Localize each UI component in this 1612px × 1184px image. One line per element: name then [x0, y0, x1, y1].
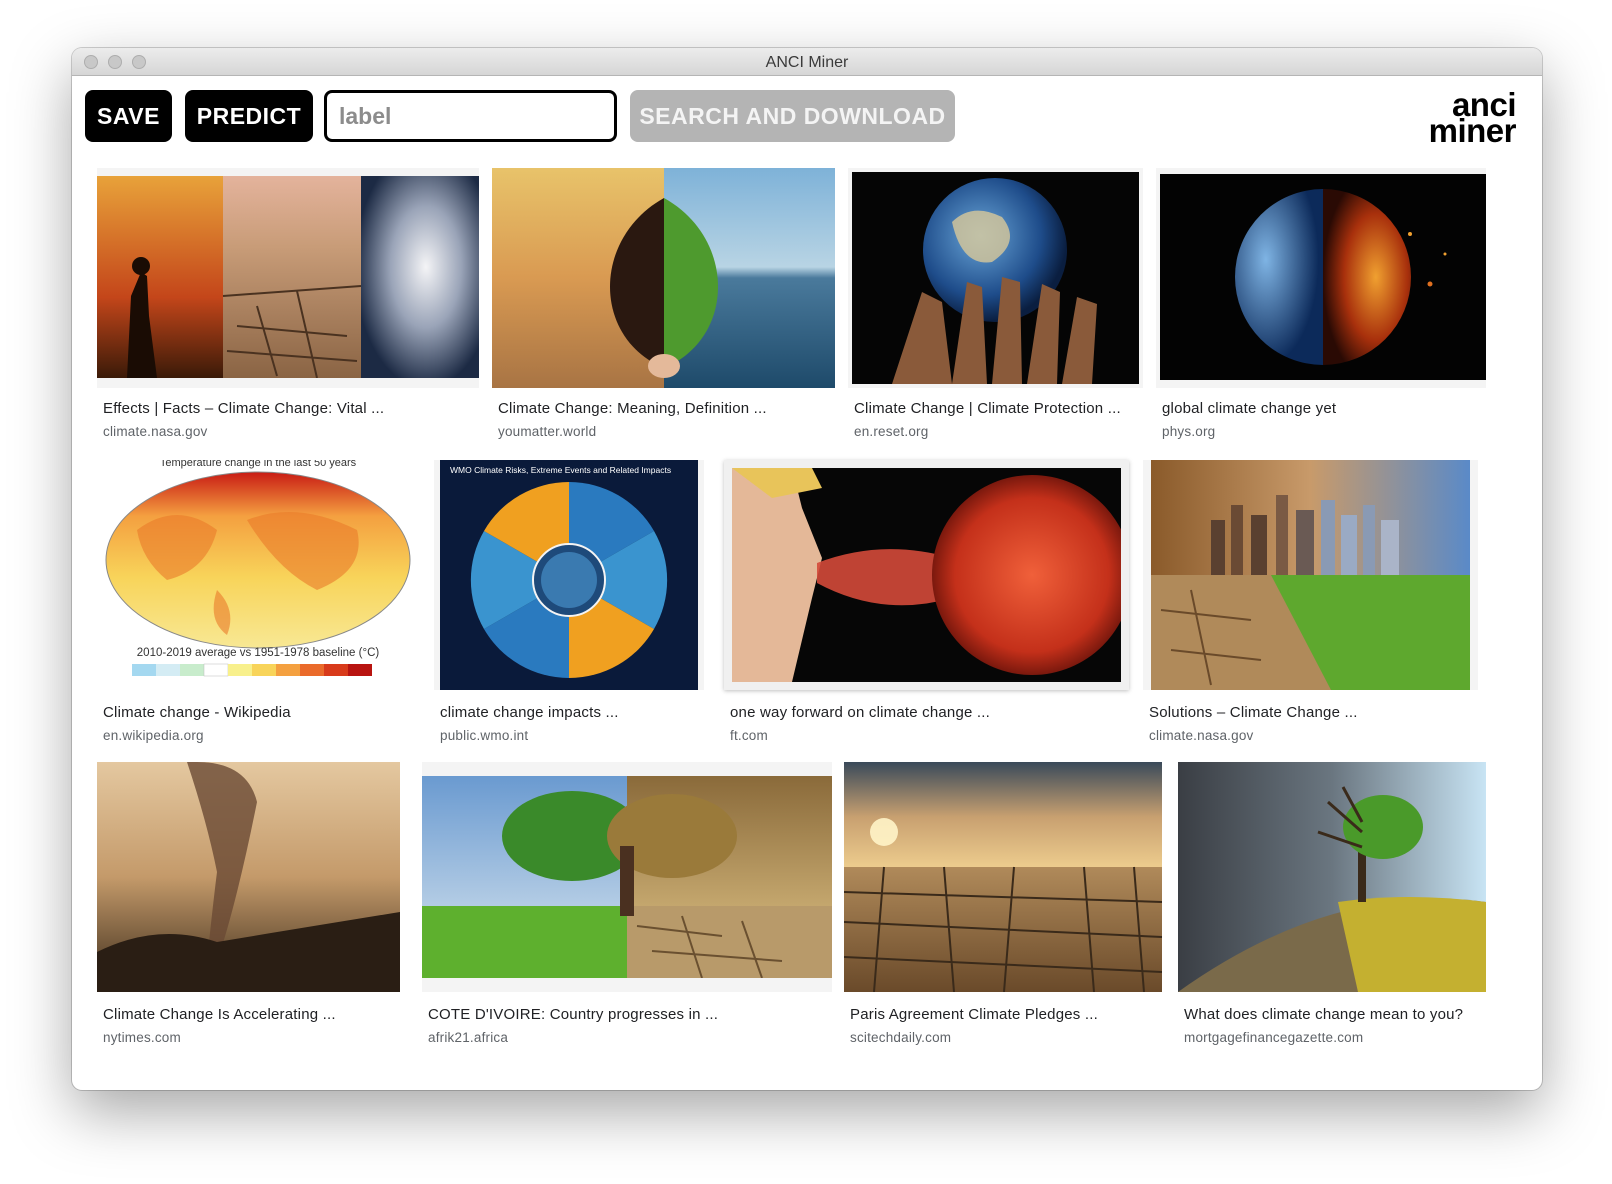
result-thumbnail[interactable]: Temperature change in the last 50 years … — [97, 460, 419, 690]
city-dry-vs-green-land-image — [1151, 460, 1470, 690]
result-card[interactable]: What does climate change mean to you? mo… — [1178, 762, 1486, 1082]
result-caption[interactable]: Climate Change: Meaning, Definition ... — [498, 400, 831, 417]
half-dead-half-alive-tree-image — [1178, 762, 1486, 992]
result-caption[interactable]: one way forward on climate change ... — [730, 704, 1125, 721]
earth-half-burning-image — [1160, 174, 1486, 380]
logo-line-2: miner — [1428, 112, 1517, 149]
result-caption[interactable]: COTE D'IVOIRE: Country progresses in ... — [428, 1006, 828, 1023]
result-caption[interactable]: Climate Change | Climate Protection ... — [854, 400, 1139, 417]
result-source: en.reset.org — [854, 424, 929, 439]
result-caption[interactable]: Paris Agreement Climate Pledges ... — [850, 1006, 1158, 1023]
result-caption[interactable]: Climate Change Is Accelerating ... — [103, 1006, 396, 1023]
result-thumbnail[interactable] — [1178, 762, 1486, 992]
result-source: mortgagefinancegazette.com — [1184, 1030, 1364, 1045]
result-thumbnail[interactable]: WMO Climate Risks, Extreme Events and Re… — [434, 460, 704, 690]
result-source: nytimes.com — [103, 1030, 181, 1045]
fire-tornado-image — [97, 762, 400, 992]
result-card[interactable]: Climate Change: Meaning, Definition ... … — [492, 168, 835, 488]
map-baseline-text: 2010-2019 average vs 1951-1978 baseline … — [137, 647, 380, 659]
predict-button[interactable]: PREDICT — [185, 90, 313, 142]
hands-holding-earth-image — [852, 172, 1139, 384]
result-caption[interactable]: climate change impacts ... — [440, 704, 700, 721]
result-card[interactable]: one way forward on climate change ... ft… — [724, 460, 1129, 780]
result-source: public.wmo.int — [440, 728, 529, 743]
result-thumbnail[interactable] — [848, 168, 1143, 388]
map-title-text: Temperature change in the last 50 years — [160, 460, 357, 469]
result-source: youmatter.world — [498, 424, 597, 439]
result-thumbnail[interactable] — [97, 168, 479, 388]
result-source: scitechdaily.com — [850, 1030, 952, 1045]
result-caption[interactable]: Climate change - Wikipedia — [103, 704, 415, 721]
result-caption[interactable]: What does climate change mean to you? — [1184, 1006, 1482, 1023]
result-source: afrik21.africa — [428, 1030, 509, 1045]
man-blowing-red-smoke-at-earth-image — [732, 468, 1121, 682]
result-source: en.wikipedia.org — [103, 728, 204, 743]
label-input[interactable] — [324, 90, 617, 142]
result-caption[interactable]: global climate change yet — [1162, 400, 1482, 417]
title-bar: ANCI Miner — [72, 48, 1542, 76]
result-card[interactable]: Paris Agreement Climate Pledges ... scit… — [844, 762, 1162, 1082]
result-card[interactable]: WMO Climate Risks, Extreme Events and Re… — [434, 460, 704, 780]
result-thumbnail[interactable] — [844, 762, 1162, 992]
result-thumbnail[interactable] — [1143, 460, 1478, 690]
wmo-climate-risks-infographic-image: WMO Climate Risks, Extreme Events and Re… — [440, 460, 698, 690]
result-card[interactable]: Climate Change | Climate Protection ... … — [848, 168, 1143, 488]
result-thumbnail[interactable] — [422, 762, 832, 992]
save-button[interactable]: SAVE — [85, 90, 172, 142]
result-source: phys.org — [1162, 424, 1216, 439]
result-caption[interactable]: Solutions – Climate Change ... — [1149, 704, 1474, 721]
result-thumbnail[interactable] — [1156, 168, 1486, 388]
result-thumbnail[interactable] — [97, 762, 400, 992]
anci-miner-logo: anci miner — [1428, 88, 1517, 149]
result-source: ft.com — [730, 728, 768, 743]
result-card[interactable]: Climate Change Is Accelerating ... nytim… — [97, 762, 400, 1082]
result-card[interactable]: Effects | Facts – Climate Change: Vital … — [97, 168, 479, 488]
temperature-anomaly-map-image: Temperature change in the last 50 years … — [105, 460, 411, 677]
result-card[interactable]: global climate change yet phys.org — [1156, 168, 1486, 488]
half-dry-half-green-leaf-image — [492, 168, 835, 388]
tree-green-vs-dry-image — [422, 776, 832, 978]
result-thumbnail[interactable] — [724, 460, 1129, 690]
result-thumbnail[interactable] — [492, 168, 835, 388]
infographic-title-text: WMO Climate Risks, Extreme Events and Re… — [450, 465, 671, 475]
result-source: climate.nasa.gov — [103, 424, 208, 439]
result-card[interactable]: COTE D'IVOIRE: Country progresses in ...… — [422, 762, 832, 1082]
result-source: climate.nasa.gov — [1149, 728, 1254, 743]
app-window: ANCI Miner SAVE PREDICT SEARCH AND DOWNL… — [72, 48, 1542, 1090]
search-and-download-button[interactable]: SEARCH AND DOWNLOAD — [630, 90, 955, 142]
result-caption[interactable]: Effects | Facts – Climate Change: Vital … — [103, 400, 475, 417]
result-card[interactable]: Solutions – Climate Change ... climate.n… — [1143, 460, 1478, 780]
result-card[interactable]: Temperature change in the last 50 years … — [97, 460, 419, 780]
wildfire-drought-hurricane-image — [97, 176, 479, 378]
window-title: ANCI Miner — [765, 54, 849, 71]
cracked-earth-sunset-image — [844, 762, 1162, 992]
